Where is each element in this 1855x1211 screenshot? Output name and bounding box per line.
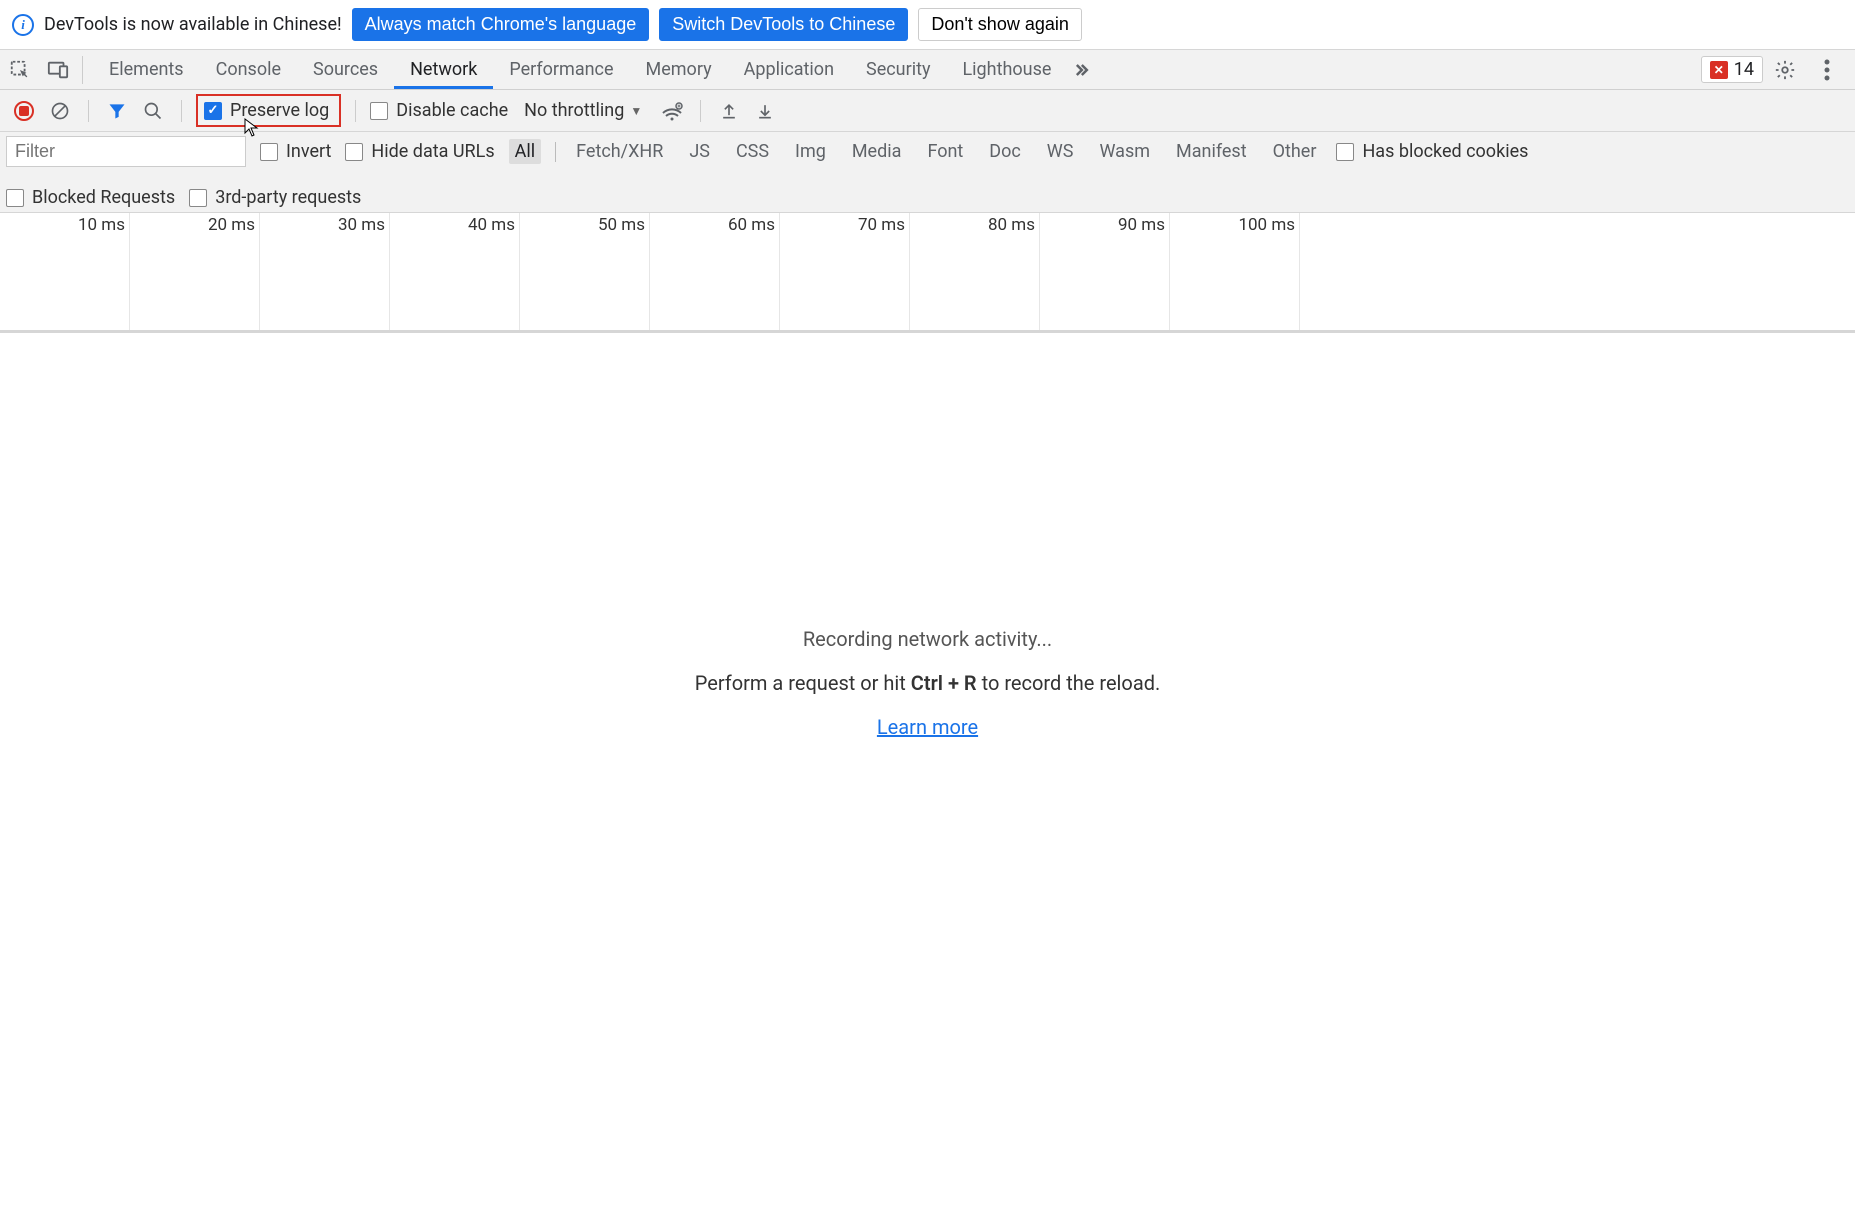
throttling-value: No throttling <box>524 100 624 121</box>
preserve-log-checkbox[interactable]: ✓ Preserve log <box>204 100 329 121</box>
search-icon[interactable] <box>139 97 167 125</box>
invert-checkbox[interactable]: Invert <box>260 141 331 162</box>
network-conditions-icon[interactable] <box>658 97 686 125</box>
has-blocked-cookies-label: Has blocked cookies <box>1362 141 1528 162</box>
empty-line-2: Perform a request or hit Ctrl + R to rec… <box>695 671 1161 695</box>
tab-performance[interactable]: Performance <box>493 50 629 89</box>
preserve-log-label: Preserve log <box>230 100 329 121</box>
divider <box>700 100 701 122</box>
error-count: 14 <box>1734 59 1754 80</box>
dont-show-again-button[interactable]: Don't show again <box>918 8 1082 41</box>
filter-toggle-icon[interactable] <box>103 97 131 125</box>
info-message: DevTools is now available in Chinese! <box>44 14 342 35</box>
timeline-overview[interactable]: 10 ms20 ms30 ms40 ms50 ms60 ms70 ms80 ms… <box>0 213 1855 333</box>
info-bar: i DevTools is now available in Chinese! … <box>0 0 1855 50</box>
empty-line-1: Recording network activity... <box>803 627 1052 651</box>
filter-type-manifest[interactable]: Manifest <box>1170 139 1253 164</box>
learn-more-link[interactable]: Learn more <box>877 715 978 739</box>
record-button[interactable] <box>10 97 38 125</box>
empty-line-2-pre: Perform a request or hit <box>695 671 911 695</box>
invert-label: Invert <box>286 141 331 162</box>
more-tabs-icon[interactable] <box>1067 56 1095 84</box>
disable-cache-checkbox[interactable]: Disable cache <box>370 100 508 121</box>
tab-sources[interactable]: Sources <box>297 50 394 89</box>
third-party-label: 3rd-party requests <box>215 187 361 208</box>
inspect-element-icon[interactable] <box>6 56 34 84</box>
empty-state: Recording network activity... Perform a … <box>0 333 1855 1033</box>
divider <box>88 100 89 122</box>
empty-line-2-post: to record the reload. <box>977 671 1161 695</box>
filter-input[interactable] <box>6 136 246 167</box>
filter-type-fetchxhr[interactable]: Fetch/XHR <box>570 139 669 164</box>
clear-button[interactable] <box>46 97 74 125</box>
filter-type-doc[interactable]: Doc <box>983 139 1027 164</box>
filter-type-other[interactable]: Other <box>1267 139 1323 164</box>
filter-type-js[interactable]: JS <box>683 139 716 164</box>
tab-application[interactable]: Application <box>728 50 850 89</box>
checkbox-unchecked-icon <box>370 102 388 120</box>
divider <box>355 100 356 122</box>
preserve-log-highlight: ✓ Preserve log <box>196 94 341 127</box>
filter-type-wasm[interactable]: Wasm <box>1093 139 1156 164</box>
checkbox-unchecked-icon <box>6 189 24 207</box>
throttling-dropdown[interactable]: No throttling ▼ <box>516 98 650 123</box>
info-icon: i <box>12 14 34 36</box>
filter-type-img[interactable]: Img <box>789 139 832 164</box>
has-blocked-cookies-checkbox[interactable]: Has blocked cookies <box>1336 141 1528 162</box>
filter-type-all[interactable]: All <box>509 139 542 164</box>
checkbox-checked-icon: ✓ <box>204 102 222 120</box>
tab-elements[interactable]: Elements <box>93 50 200 89</box>
blocked-requests-checkbox[interactable]: Blocked Requests <box>6 187 175 208</box>
settings-gear-icon[interactable] <box>1771 56 1799 84</box>
error-count-badge[interactable]: ✕ 14 <box>1701 56 1763 83</box>
error-icon: ✕ <box>1710 61 1728 79</box>
tab-network[interactable]: Network <box>394 50 493 89</box>
tab-lighthouse[interactable]: Lighthouse <box>946 50 1067 89</box>
device-toolbar-icon[interactable] <box>44 56 72 84</box>
divider <box>181 100 182 122</box>
checkbox-unchecked-icon <box>345 143 363 161</box>
main-tab-bar: ElementsConsoleSourcesNetworkPerformance… <box>0 50 1855 90</box>
filter-type-ws[interactable]: WS <box>1041 139 1080 164</box>
blocked-requests-label: Blocked Requests <box>32 187 175 208</box>
export-har-icon[interactable] <box>751 97 779 125</box>
timeline-tick: 100 ms <box>0 213 1300 330</box>
switch-devtools-language-button[interactable]: Switch DevTools to Chinese <box>659 8 908 41</box>
filter-bar: Invert Hide data URLs All Fetch/XHR JS CSS I… <box>0 132 1855 213</box>
import-har-icon[interactable] <box>715 97 743 125</box>
tab-memory[interactable]: Memory <box>630 50 728 89</box>
always-match-language-button[interactable]: Always match Chrome's language <box>352 8 650 41</box>
third-party-requests-checkbox[interactable]: 3rd-party requests <box>189 187 361 208</box>
hide-data-urls-label: Hide data URLs <box>371 141 494 162</box>
filter-type-css[interactable]: CSS <box>730 139 775 164</box>
checkbox-unchecked-icon <box>260 143 278 161</box>
divider <box>555 142 556 162</box>
disable-cache-label: Disable cache <box>396 100 508 121</box>
network-toolbar: ✓ Preserve log Disable cache No throttli… <box>0 90 1855 132</box>
filter-type-font[interactable]: Font <box>921 139 969 164</box>
checkbox-unchecked-icon <box>189 189 207 207</box>
empty-line-2-kbd: Ctrl + R <box>911 671 977 695</box>
caret-down-icon: ▼ <box>630 104 642 118</box>
tab-security[interactable]: Security <box>850 50 946 89</box>
kebab-menu-icon[interactable] <box>1813 56 1841 84</box>
checkbox-unchecked-icon <box>1336 143 1354 161</box>
filter-type-media[interactable]: Media <box>846 139 908 164</box>
hide-data-urls-checkbox[interactable]: Hide data URLs <box>345 141 494 162</box>
tab-console[interactable]: Console <box>200 50 297 89</box>
